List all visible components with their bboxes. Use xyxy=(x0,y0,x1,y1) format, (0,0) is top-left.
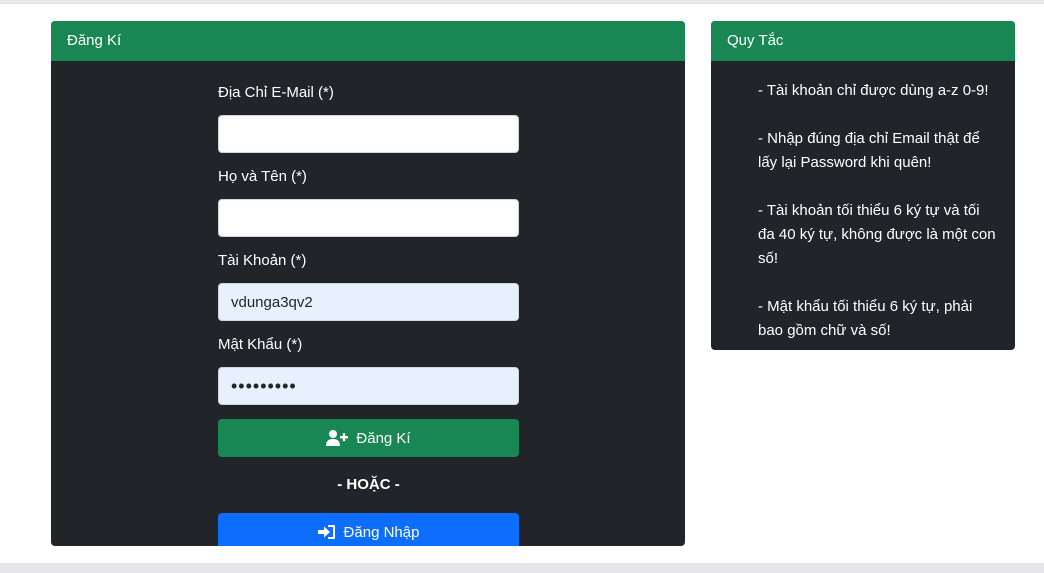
password-label: Mật Khẩu (*) xyxy=(218,336,303,353)
register-card: Đăng Kí Địa Chỉ E-Mail (*) Họ và Tên (*)… xyxy=(51,21,685,546)
rules-card: Quy Tắc - Tài khoản chỉ được dùng a-z 0-… xyxy=(711,21,1015,350)
top-border xyxy=(0,0,1044,4)
password-field[interactable] xyxy=(218,367,519,405)
or-divider: - HOẶC - xyxy=(337,476,400,493)
login-button[interactable]: Đăng Nhập xyxy=(218,513,519,546)
username-label: Tài Khoản (*) xyxy=(218,252,307,269)
email-field[interactable] xyxy=(218,115,519,153)
register-card-header: Đăng Kí xyxy=(51,21,685,61)
fullname-field[interactable] xyxy=(218,199,519,237)
rules-card-header: Quy Tắc xyxy=(711,21,1015,61)
fullname-label: Họ và Tên (*) xyxy=(218,168,307,185)
rules-list: - Tài khoản chỉ được dùng a-z 0-9! - Nhậ… xyxy=(758,79,998,350)
email-label: Địa Chỉ E-Mail (*) xyxy=(218,84,334,101)
sign-in-icon xyxy=(317,525,335,539)
register-form: Địa Chỉ E-Mail (*) Họ và Tên (*) Tài Kho… xyxy=(218,83,519,546)
username-field[interactable] xyxy=(218,283,519,321)
rule-item: - Tài khoản chỉ được dùng a-z 0-9! xyxy=(758,82,989,99)
login-button-label: Đăng Nhập xyxy=(343,523,420,541)
bottom-bar xyxy=(0,563,1044,573)
rule-item: - Tài khoản tối thiểu 6 ký tự và tối đa … xyxy=(758,202,996,267)
rule-item: - Mật khẩu tối thiểu 6 ký tự, phải bao g… xyxy=(758,298,973,339)
user-plus-icon xyxy=(326,430,349,446)
rule-item: - Nhập đúng địa chỉ Email thật để lấy lạ… xyxy=(758,130,980,171)
register-button[interactable]: Đăng Kí xyxy=(218,419,519,457)
register-button-label: Đăng Kí xyxy=(356,429,411,447)
